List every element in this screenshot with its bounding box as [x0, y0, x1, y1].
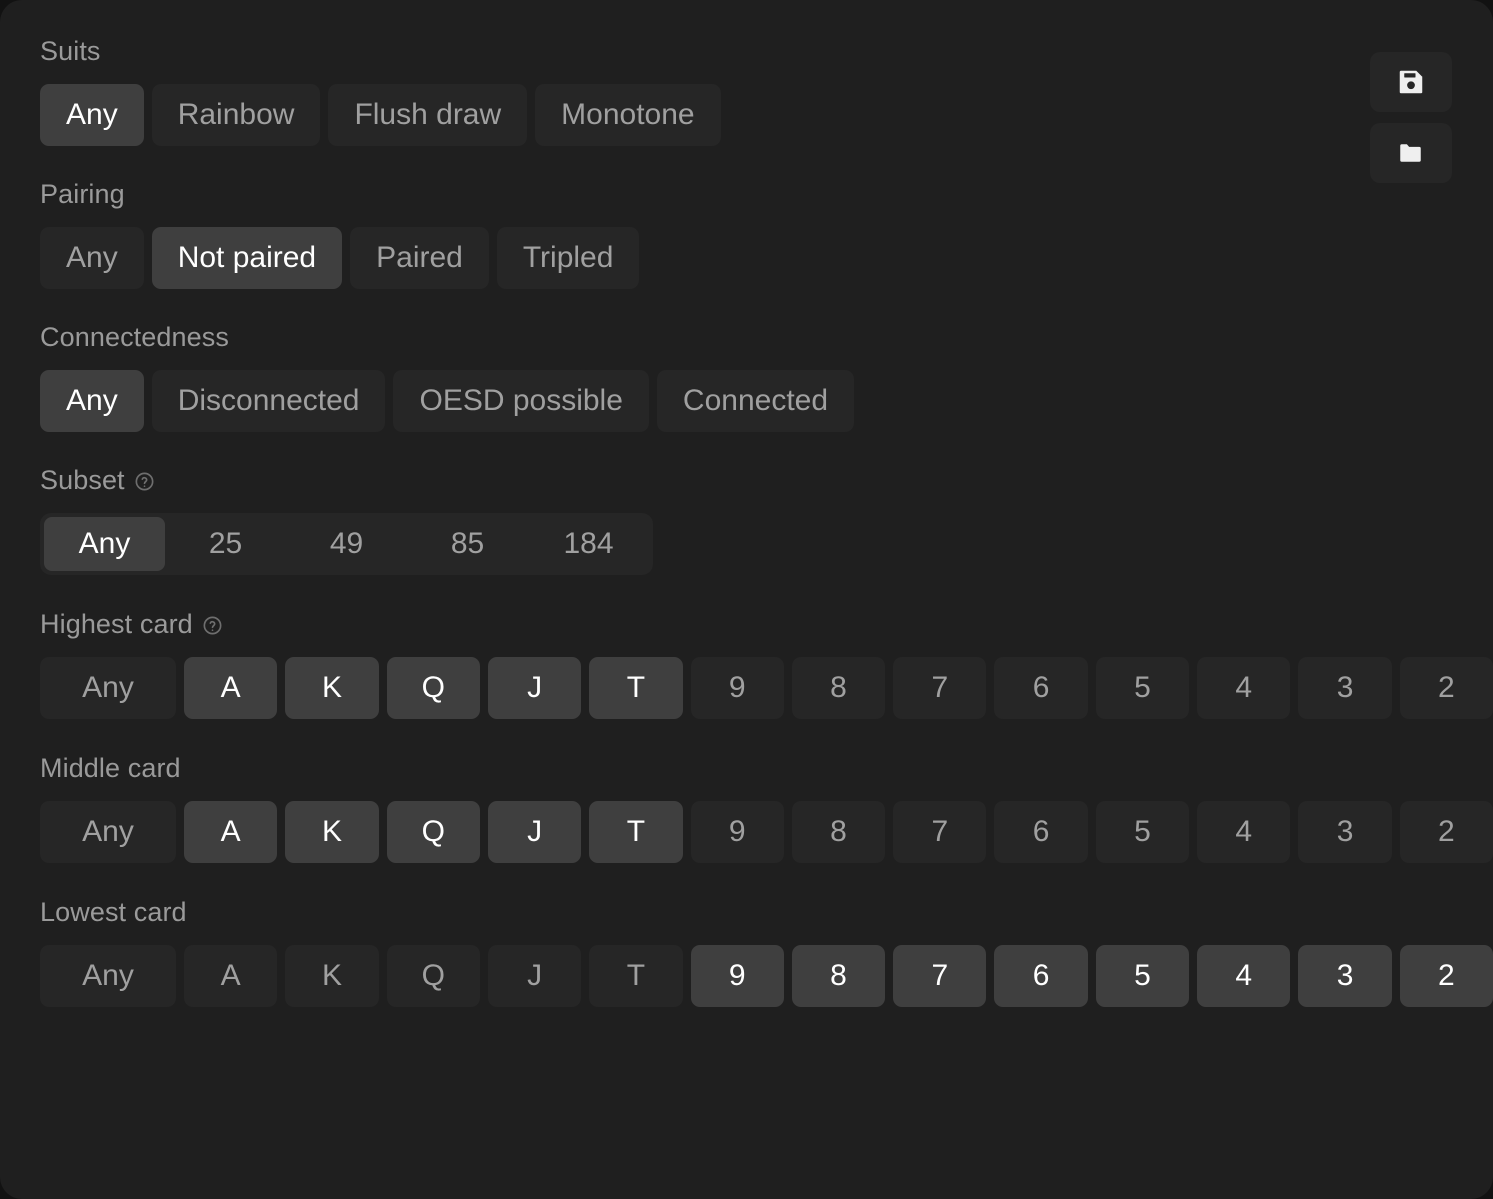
suits-option-any[interactable]: Any — [40, 84, 144, 146]
connectedness-option-any[interactable]: Any — [40, 370, 144, 432]
subset-option-49[interactable]: 49 — [286, 517, 407, 571]
filter-group-suits: Suits Any Rainbow Flush draw Monotone — [0, 38, 1493, 146]
group-label-lowest-card-text: Lowest card — [40, 897, 187, 927]
lowest-card-option-2[interactable]: 2 — [1399, 945, 1493, 1007]
pairing-option-not-paired[interactable]: Not paired — [151, 227, 343, 289]
highest-card-option-9[interactable]: 9 — [690, 657, 784, 719]
pairing-option-any[interactable]: Any — [40, 227, 144, 289]
middle-card-option-q[interactable]: Q — [386, 801, 480, 863]
highest-card-option-j[interactable]: J — [487, 657, 582, 719]
panel-action-buttons — [1370, 52, 1452, 183]
lowest-card-option-8[interactable]: 8 — [791, 945, 886, 1007]
lowest-card-option-j[interactable]: J — [487, 945, 582, 1007]
option-row-pairing: Any Not paired Paired Tripled — [40, 227, 1493, 289]
connectedness-option-connected[interactable]: Connected — [656, 370, 855, 432]
highest-card-option-3[interactable]: 3 — [1298, 657, 1392, 719]
open-preset-button[interactable] — [1370, 123, 1452, 183]
suits-option-monotone[interactable]: Monotone — [535, 84, 721, 146]
group-label-connectedness: Connectedness — [40, 324, 1493, 351]
suits-option-rainbow[interactable]: Rainbow — [151, 84, 321, 146]
option-row-subset: Any 25 49 85 184 — [40, 513, 1493, 575]
option-row-suits: Any Rainbow Flush draw Monotone — [40, 84, 1493, 146]
lowest-card-option-k[interactable]: K — [285, 945, 379, 1007]
subset-segmented-control: Any 25 49 85 184 — [40, 513, 653, 575]
highest-card-option-q[interactable]: Q — [386, 657, 480, 719]
option-row-highest-card: Any A K Q J T 9 8 7 6 5 4 3 2 — [40, 657, 1493, 719]
pairing-option-paired[interactable]: Paired — [350, 227, 489, 289]
group-label-middle-card: Middle card — [40, 755, 1493, 782]
highest-card-option-4[interactable]: 4 — [1197, 657, 1291, 719]
subset-option-25[interactable]: 25 — [165, 517, 286, 571]
save-floppy-icon — [1396, 67, 1426, 97]
connectedness-option-oesd-possible[interactable]: OESD possible — [393, 370, 649, 432]
group-label-subset-text: Subset — [40, 465, 125, 495]
suits-option-flush-draw[interactable]: Flush draw — [328, 84, 528, 146]
middle-card-option-t[interactable]: T — [589, 801, 683, 863]
lowest-card-option-9[interactable]: 9 — [690, 945, 784, 1007]
group-label-suits-text: Suits — [40, 36, 101, 66]
option-row-lowest-card: Any A K Q J T 9 8 7 6 5 4 3 2 — [40, 945, 1493, 1007]
highest-card-option-5[interactable]: 5 — [1095, 657, 1190, 719]
option-row-middle-card: Any A K Q J T 9 8 7 6 5 4 3 2 — [40, 801, 1493, 863]
middle-card-option-6[interactable]: 6 — [994, 801, 1088, 863]
lowest-card-option-7[interactable]: 7 — [893, 945, 987, 1007]
highest-card-option-any[interactable]: Any — [40, 657, 176, 719]
middle-card-option-8[interactable]: 8 — [791, 801, 886, 863]
highest-card-option-k[interactable]: K — [285, 657, 379, 719]
lowest-card-option-any[interactable]: Any — [40, 945, 176, 1007]
save-preset-button[interactable] — [1370, 52, 1452, 112]
group-label-lowest-card: Lowest card — [40, 899, 1493, 926]
subset-option-85[interactable]: 85 — [407, 517, 528, 571]
lowest-card-option-a[interactable]: A — [183, 945, 278, 1007]
lowest-card-option-q[interactable]: Q — [386, 945, 480, 1007]
pairing-option-tripled[interactable]: Tripled — [496, 227, 640, 289]
middle-card-option-5[interactable]: 5 — [1095, 801, 1190, 863]
filter-group-highest-card: Highest card Any A K Q J T 9 8 7 6 5 4 3 2 — [0, 611, 1493, 719]
middle-card-option-3[interactable]: 3 — [1298, 801, 1392, 863]
subset-option-any[interactable]: Any — [44, 517, 165, 571]
filter-group-pairing: Pairing Any Not paired Paired Tripled — [0, 181, 1493, 289]
middle-card-option-a[interactable]: A — [183, 801, 278, 863]
group-label-connectedness-text: Connectedness — [40, 322, 229, 352]
filter-group-lowest-card: Lowest card Any A K Q J T 9 8 7 6 5 4 3 2 — [0, 899, 1493, 1007]
middle-card-option-2[interactable]: 2 — [1399, 801, 1493, 863]
filter-group-subset: Subset Any 25 49 85 184 — [0, 467, 1493, 575]
highest-card-option-8[interactable]: 8 — [791, 657, 886, 719]
middle-card-option-9[interactable]: 9 — [690, 801, 784, 863]
filter-group-connectedness: Connectedness Any Disconnected OESD possib… — [0, 324, 1493, 432]
option-row-connectedness: Any Disconnected OESD possible Connected — [40, 370, 1493, 432]
highest-card-option-7[interactable]: 7 — [893, 657, 987, 719]
highest-card-option-a[interactable]: A — [183, 657, 278, 719]
group-label-suits: Suits — [40, 38, 1493, 65]
highest-card-option-t[interactable]: T — [589, 657, 683, 719]
middle-card-option-4[interactable]: 4 — [1197, 801, 1291, 863]
group-label-pairing: Pairing — [40, 181, 1493, 208]
middle-card-option-any[interactable]: Any — [40, 801, 176, 863]
highest-card-option-6[interactable]: 6 — [994, 657, 1088, 719]
help-icon[interactable] — [202, 615, 223, 636]
lowest-card-option-5[interactable]: 5 — [1095, 945, 1190, 1007]
connectedness-option-disconnected[interactable]: Disconnected — [151, 370, 386, 432]
group-label-subset: Subset — [40, 467, 1493, 494]
subset-option-184[interactable]: 184 — [528, 517, 649, 571]
group-label-highest-card-text: Highest card — [40, 609, 193, 639]
group-label-pairing-text: Pairing — [40, 179, 125, 209]
group-label-highest-card: Highest card — [40, 611, 1493, 638]
middle-card-option-7[interactable]: 7 — [893, 801, 987, 863]
group-label-middle-card-text: Middle card — [40, 753, 181, 783]
lowest-card-option-3[interactable]: 3 — [1298, 945, 1392, 1007]
middle-card-option-j[interactable]: J — [487, 801, 582, 863]
lowest-card-option-6[interactable]: 6 — [994, 945, 1088, 1007]
lowest-card-option-4[interactable]: 4 — [1197, 945, 1291, 1007]
filter-group-middle-card: Middle card Any A K Q J T 9 8 7 6 5 4 3 2 — [0, 755, 1493, 863]
highest-card-option-2[interactable]: 2 — [1399, 657, 1493, 719]
board-filter-panel: Suits Any Rainbow Flush draw Monotone Pairi… — [0, 0, 1493, 1199]
lowest-card-option-t[interactable]: T — [589, 945, 683, 1007]
help-icon[interactable] — [134, 471, 155, 492]
middle-card-option-k[interactable]: K — [285, 801, 379, 863]
folder-icon — [1396, 138, 1426, 168]
